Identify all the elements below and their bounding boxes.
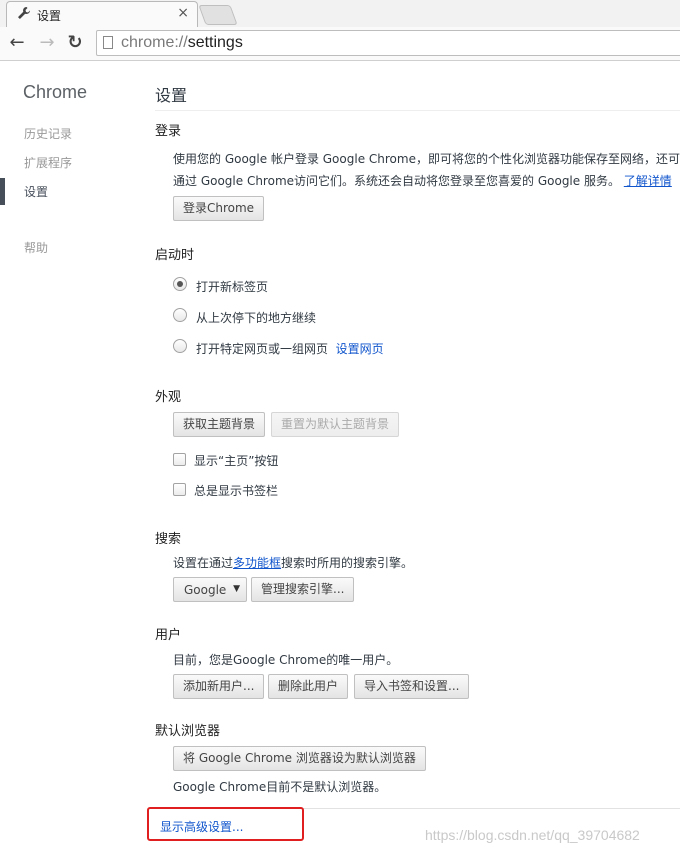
get-themes-button[interactable]: 获取主题背景 [173, 412, 266, 437]
highlight-annotation [147, 807, 304, 841]
radio-new-tab[interactable] [173, 277, 187, 291]
section-title-signin: 登录 [155, 124, 182, 139]
radio-label-new-tab: 打开新标签页 [196, 280, 269, 294]
section-title-default-browser: 默认浏览器 [155, 724, 221, 739]
section-title-appearance: 外观 [155, 390, 182, 405]
search-engine-value: Google [184, 583, 227, 597]
learn-more-link[interactable]: 了解详情 [624, 174, 672, 188]
watermark: https://blog.csdn.net/qq_39704682 [425, 827, 640, 843]
reset-theme-button[interactable]: 重置为默认主题背景 [271, 412, 400, 437]
delete-user-button[interactable]: 删除此用户 [268, 674, 349, 699]
new-tab-button[interactable] [198, 5, 238, 25]
tab-settings[interactable]: 设置 × [6, 1, 198, 27]
import-bookmarks-button[interactable]: 导入书签和设置... [354, 674, 470, 699]
divider [155, 110, 680, 111]
active-indicator [0, 178, 5, 205]
show-bookmarks-checkbox[interactable] [173, 483, 186, 496]
page-icon [103, 36, 113, 49]
omnibox-link[interactable]: 多功能框 [233, 556, 281, 570]
set-default-browser-button[interactable]: 将 Google Chrome 浏览器设为默认浏览器 [173, 746, 426, 771]
section-title-startup: 启动时 [155, 248, 195, 263]
page-title: 设置 [155, 86, 188, 105]
section-title-users: 用户 [155, 628, 182, 643]
tab-strip: 设置 × [0, 0, 680, 27]
toolbar: ← → ↻ chrome://settings [0, 27, 680, 61]
sidebar-item-history[interactable]: 历史记录 [24, 125, 72, 142]
forward-arrow-icon[interactable]: → [36, 32, 58, 54]
close-icon[interactable]: × [177, 5, 189, 21]
url-text: chrome://settings [121, 34, 243, 51]
radio-specific-pages[interactable] [173, 339, 187, 353]
radio-continue[interactable] [173, 308, 187, 322]
address-bar[interactable]: chrome://settings [96, 30, 680, 56]
wrench-icon [17, 6, 31, 24]
back-arrow-icon[interactable]: ← [6, 32, 28, 54]
show-home-checkbox[interactable] [173, 453, 186, 466]
section-title-search: 搜索 [155, 532, 182, 547]
signin-button[interactable]: 登录Chrome [173, 196, 265, 221]
radio-label-specific-pages: 打开特定网页或一组网页 设置网页 [196, 342, 384, 356]
signin-description: 使用您的 Google 帐户登录 Google Chrome，即可将您的个性化浏… [173, 152, 680, 166]
manage-search-engines-button[interactable]: 管理搜索引擎... [251, 577, 355, 602]
sidebar-title: Chrome [23, 82, 88, 102]
signin-description-line2: 通过 Google Chrome访问它们。系统还会自动将您登录至您喜爱的 Goo… [173, 174, 672, 188]
search-description: 设置在通过多功能框搜索时所用的搜索引擎。 [173, 556, 414, 570]
sidebar-item-help[interactable]: 帮助 [24, 239, 48, 256]
show-bookmarks-label: 总是显示书签栏 [194, 484, 279, 498]
default-browser-status: Google Chrome目前不是默认浏览器。 [173, 780, 387, 794]
reload-icon[interactable]: ↻ [64, 32, 86, 54]
users-description: 目前，您是Google Chrome的唯一用户。 [173, 653, 399, 667]
sidebar-item-extensions[interactable]: 扩展程序 [24, 154, 72, 171]
show-home-label: 显示“主页”按钮 [194, 454, 279, 468]
tab-title: 设置 [37, 9, 62, 23]
sidebar-item-settings[interactable]: 设置 [24, 183, 48, 200]
dropdown-arrow-icon: ▼ [233, 584, 240, 594]
radio-label-continue: 从上次停下的地方继续 [196, 311, 317, 325]
set-pages-link[interactable]: 设置网页 [336, 342, 384, 356]
search-engine-select[interactable]: Google ▼ [173, 577, 247, 602]
add-user-button[interactable]: 添加新用户... [173, 674, 265, 699]
